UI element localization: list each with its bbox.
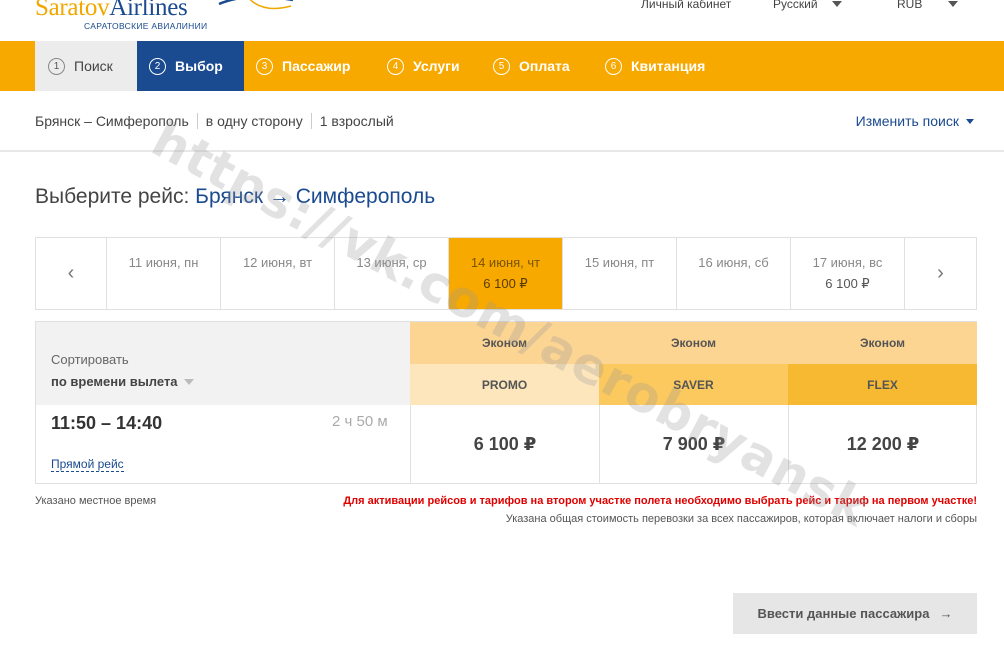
step-label: Пассажир: [282, 58, 351, 74]
step-select[interactable]: 2 Выбор: [137, 41, 244, 91]
total-price-note: Указана общая стоимость перевозки за все…: [505, 513, 977, 525]
arrow-right-icon: →: [939, 606, 953, 621]
step-services[interactable]: 4 Услуги: [387, 41, 460, 91]
logo-subtitle: САРАТОВСКИЕ АВИАЛИНИИ: [84, 21, 208, 31]
page-title: Выберите рейс: Брянск → Симферополь: [35, 185, 435, 209]
date-label: 14 июня, чт: [470, 255, 541, 270]
date-label: 16 июня, сб: [698, 255, 769, 270]
change-search-button[interactable]: Изменить поиск: [856, 113, 974, 129]
booking-steps: 1 Поиск 2 Выбор 3 Пассажир 4 Услуги 5 Оп…: [0, 41, 1004, 91]
enter-passenger-button[interactable]: Ввести данные пассажира →: [733, 593, 977, 634]
step-number: 6: [605, 57, 622, 75]
local-time-note: Указано местное время: [35, 495, 157, 507]
chevron-down-icon: [966, 118, 974, 124]
chevron-down-icon: [183, 378, 194, 385]
price-saver[interactable]: 7 900 ₽: [599, 405, 788, 483]
logo-part1: Saratov: [35, 0, 110, 21]
step-number: 3: [256, 57, 273, 75]
date-cell[interactable]: 15 июня, пт: [562, 238, 676, 309]
language-select[interactable]: Русский: [773, 0, 842, 11]
arrow-right-icon: →: [268, 185, 290, 208]
search-summary: Брянск – Симферополь в одну сторону 1 вз…: [0, 91, 1004, 152]
step-label: Выбор: [175, 58, 223, 74]
step-label: Оплата: [519, 58, 570, 74]
step-payment[interactable]: 5 Оплата: [493, 41, 570, 91]
chevron-down-icon: [948, 1, 959, 7]
date-cell[interactable]: 11 июня, пн: [106, 238, 220, 309]
step-number: 4: [387, 57, 404, 75]
tariff-header-promo: PROMO: [410, 364, 599, 405]
fare-class-header: Эконом: [599, 322, 788, 364]
fare-class-header: Эконом: [788, 322, 977, 364]
date-cell[interactable]: 17 июня, вс 6 100 ₽: [790, 238, 904, 309]
date-cell-selected[interactable]: 14 июня, чт 6 100 ₽: [448, 238, 562, 309]
direct-flight-link[interactable]: Прямой рейс: [51, 457, 124, 472]
step-passenger[interactable]: 3 Пассажир: [256, 41, 350, 91]
logo[interactable]: SaratovAirlines САРАТОВСКИЕ АВИАЛИНИИ: [35, 0, 293, 31]
step-label: Квитанция: [631, 58, 706, 74]
price-promo[interactable]: 6 100 ₽: [410, 405, 599, 483]
date-strip: ‹ 11 июня, пн 12 июня, вт 13 июня, ср 14…: [35, 237, 977, 310]
fares-table: Сортировать по времени вылета Эконом Эко…: [35, 321, 977, 484]
step-label: Услуги: [413, 58, 460, 74]
change-search-label: Изменить поиск: [855, 113, 959, 129]
step-receipt[interactable]: 6 Квитанция: [605, 41, 705, 91]
step-search[interactable]: 1 Поиск: [35, 41, 137, 91]
date-price: 6 100 ₽: [825, 276, 870, 291]
date-cell[interactable]: 13 июня, ср: [334, 238, 448, 309]
date-label: 15 июня, пт: [584, 255, 655, 270]
logo-text: SaratovAirlines: [35, 0, 188, 22]
flight-duration: 2 ч 50 м: [332, 413, 388, 430]
date-price: 6 100 ₽: [483, 276, 528, 291]
title-from: Брянск: [195, 185, 264, 208]
step-number: 2: [149, 57, 166, 75]
flight-times: 11:50 – 14:40: [51, 413, 163, 433]
logo-part2: Airlines: [109, 0, 188, 21]
sort-label: Сортировать: [51, 352, 129, 367]
date-label: 11 июня, пн: [128, 255, 199, 270]
date-cell[interactable]: 16 июня, сб: [676, 238, 790, 309]
step-label: Поиск: [74, 58, 113, 74]
date-cell[interactable]: 12 июня, вт: [220, 238, 334, 309]
date-label: 17 июня, вс: [812, 255, 883, 270]
next-dates-button[interactable]: ›: [904, 238, 976, 309]
date-label: 12 июня, вт: [242, 255, 313, 270]
step-number: 1: [48, 57, 65, 75]
language-value: Русский: [773, 0, 818, 11]
price-flex[interactable]: 12 200 ₽: [788, 405, 977, 483]
sort-control: Сортировать по времени вылета: [36, 322, 410, 405]
account-link[interactable]: Личный кабинет: [641, 0, 731, 11]
prev-dates-button[interactable]: ‹: [36, 238, 106, 309]
sort-value: по времени вылета: [51, 374, 178, 389]
step-number: 5: [493, 57, 510, 75]
summary-passengers: 1 взрослый: [310, 113, 402, 129]
sort-select[interactable]: по времени вылета: [51, 374, 194, 389]
tariff-header-saver: SAVER: [599, 364, 788, 405]
summary-route: Брянск – Симферополь: [35, 113, 189, 129]
logo-swoosh-icon: [218, 0, 293, 10]
header: SaratovAirlines САРАТОВСКИЕ АВИАЛИНИИ Ли…: [0, 0, 1004, 41]
warning-note: Для активации рейсов и тарифов на втором…: [343, 495, 977, 507]
date-label: 13 июня, ср: [356, 255, 427, 270]
fare-class-header: Эконом: [410, 322, 599, 364]
flight-row: 11:50 – 14:40 2 ч 50 м Прямой рейс 6 100…: [36, 405, 976, 484]
title-prefix: Выберите рейс:: [35, 185, 190, 208]
chevron-down-icon: [831, 1, 842, 7]
enter-passenger-label: Ввести данные пассажира: [757, 606, 930, 621]
currency-select[interactable]: RUB: [897, 0, 959, 11]
chevron-left-icon: ‹: [67, 262, 75, 284]
summary-items: Брянск – Симферополь в одну сторону 1 вз…: [35, 113, 402, 129]
tariff-header-flex: FLEX: [788, 364, 977, 405]
currency-value: RUB: [897, 0, 923, 11]
title-to: Симферополь: [295, 185, 436, 208]
summary-trip-type: в одну сторону: [196, 113, 311, 129]
chevron-right-icon: ›: [937, 262, 944, 284]
